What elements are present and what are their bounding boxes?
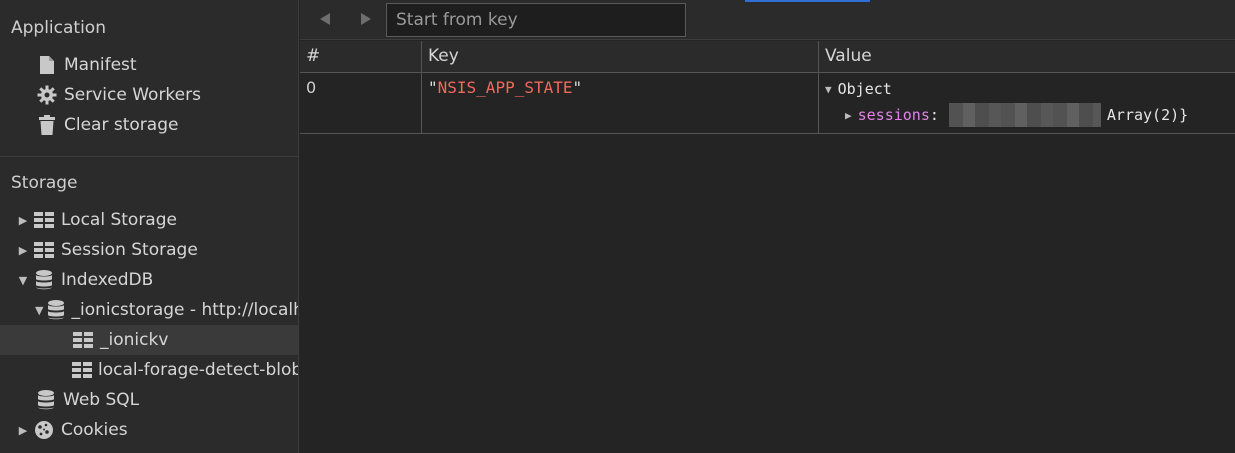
table-row[interactable]: 0 "NSIS_APP_STATE" ▼ Object ▶ sessions: … — [300, 73, 1235, 134]
sidebar-item-label: Manifest — [64, 55, 137, 75]
sidebar-item-clear-storage[interactable]: Clear storage — [0, 110, 298, 140]
key-string: NSIS_APP_STATE — [437, 78, 573, 97]
sidebar-item-local-storage[interactable]: ▶ Local Storage — [0, 205, 298, 235]
redacted-region — [948, 103, 1101, 127]
expand-arrow-icon[interactable]: ▶ — [17, 424, 29, 437]
sidebar-item-web-sql[interactable]: Web SQL — [0, 385, 298, 415]
sidebar-divider — [0, 156, 298, 157]
sidebar-item-label: IndexedDB — [61, 270, 154, 290]
sidebar-item-label: _ionickv — [100, 330, 169, 350]
sidebar-item-manifest[interactable]: Manifest — [0, 50, 298, 80]
grid-icon — [72, 359, 92, 381]
grid-icon — [33, 239, 55, 261]
sidebar-item-label: local-forage-detect-blob-support — [98, 360, 298, 380]
key-quote-open: " — [428, 78, 438, 97]
application-section-header: Application — [11, 18, 106, 38]
property-colon: : — [929, 106, 939, 124]
property-value-tail: Array(2)} — [1106, 106, 1189, 124]
back-button[interactable] — [314, 9, 336, 31]
sidebar-item-cookies[interactable]: ▶ Cookies — [0, 415, 298, 445]
key-quote-close: " — [572, 78, 583, 97]
sidebar-item-label: Session Storage — [61, 240, 198, 260]
sidebar-item-label: Web SQL — [63, 390, 140, 410]
sidebar: Application Manifest Service Workers Cle… — [0, 0, 299, 453]
column-header-index[interactable]: # — [300, 41, 422, 73]
sidebar-item-session-storage[interactable]: ▶ Session Storage — [0, 235, 298, 265]
object-type: Object — [837, 80, 892, 98]
row-index-cell: 0 — [300, 73, 422, 134]
gear-icon — [36, 84, 58, 106]
trash-icon — [36, 114, 58, 136]
sidebar-item-ionickv[interactable]: _ionickv — [0, 325, 298, 355]
forward-button[interactable] — [355, 9, 377, 31]
object-root-line[interactable]: ▼ Object — [825, 76, 1229, 102]
row-key-cell: "NSIS_APP_STATE" — [422, 73, 819, 134]
object-property-line[interactable]: ▶ sessions: Array(2)} — [825, 102, 1229, 128]
sidebar-item-service-workers[interactable]: Service Workers — [0, 80, 298, 110]
column-header-value[interactable]: Value — [819, 41, 1235, 73]
grid-icon — [33, 209, 55, 231]
row-value-cell: ▼ Object ▶ sessions: Array(2)} — [819, 73, 1235, 134]
sidebar-item-label: Clear storage — [64, 115, 179, 135]
sidebar-item-indexeddb[interactable]: ▼ IndexedDB — [0, 265, 298, 295]
collapse-arrow-icon[interactable]: ▼ — [825, 83, 832, 96]
sidebar-item-ionicstorage-db[interactable]: ▼ _ionicstorage - http://localhost — [0, 295, 298, 325]
expand-arrow-icon[interactable]: ▶ — [845, 109, 852, 122]
sidebar-item-label: Local Storage — [61, 210, 177, 230]
main-panel: # Key Value 0 "NSIS_APP_STATE" ▼ Object … — [300, 0, 1235, 453]
start-from-key-input[interactable] — [386, 3, 686, 37]
column-header-key[interactable]: Key — [422, 41, 819, 73]
expand-arrow-icon[interactable]: ▶ — [17, 244, 29, 257]
triangle-left-icon — [318, 11, 332, 30]
active-tab-indicator — [745, 0, 870, 2]
grid-icon — [72, 329, 94, 351]
sidebar-item-local-forage-detect-blob[interactable]: local-forage-detect-blob-support — [0, 355, 298, 385]
toolbar — [300, 0, 1235, 40]
collapse-arrow-icon[interactable]: ▼ — [35, 304, 43, 317]
sidebar-item-label: Service Workers — [64, 85, 201, 105]
sidebar-item-label: Cookies — [61, 420, 128, 440]
storage-section-header: Storage — [11, 173, 78, 193]
database-icon — [33, 269, 55, 291]
row-index: 0 — [306, 78, 317, 97]
sidebar-item-label: _ionicstorage - http://localhost — [71, 300, 298, 320]
expand-arrow-icon[interactable]: ▶ — [17, 214, 29, 227]
database-icon — [35, 389, 57, 411]
triangle-right-icon — [359, 11, 373, 30]
database-icon — [47, 299, 65, 321]
file-icon — [36, 54, 58, 76]
property-name: sessions — [857, 106, 930, 124]
table-header-row: # Key Value — [300, 41, 1235, 73]
cookie-icon — [33, 419, 55, 441]
collapse-arrow-icon[interactable]: ▼ — [17, 274, 29, 287]
